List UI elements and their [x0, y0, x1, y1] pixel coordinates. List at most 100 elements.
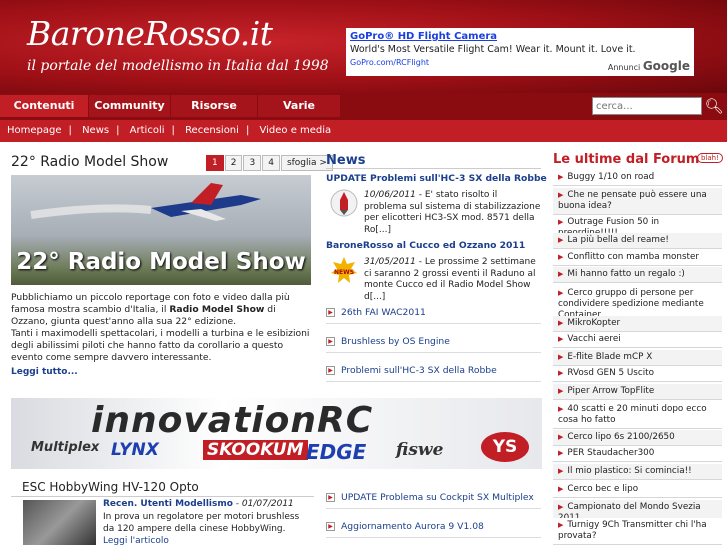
search-button[interactable]: 🔍︎: [704, 96, 724, 116]
forum-item-label: Mi hanno fatto un regalo :): [567, 269, 685, 279]
banner-brand: YS: [481, 432, 529, 462]
featured-image-caption: 22° Radio Model Show: [16, 249, 306, 275]
forum-item[interactable]: ▶ Che ne pensate può essere una buona ide…: [553, 188, 722, 215]
subnav-articoli[interactable]: Articoli: [130, 125, 165, 136]
esc-category[interactable]: Recen. Utenti Modellismo: [103, 499, 233, 509]
forum-item-label: Piper Arrow TopFlite: [567, 386, 655, 396]
ad-attribution[interactable]: Annunci Google: [608, 59, 690, 73]
forum-item-label: 40 scatti e 20 minuti dopo ecco cosa ho …: [558, 404, 707, 425]
forum-item[interactable]: ▶ Piper Arrow TopFlite: [553, 384, 722, 400]
arrow-icon: ▶: [558, 503, 564, 511]
forum-item[interactable]: ▶ Cerco lipo 6s 2100/2650: [553, 430, 722, 446]
esc-meta: Recen. Utenti Modellismo - 01/07/2011: [103, 499, 294, 509]
forum-item-label: Cerco lipo 6s 2100/2650: [567, 432, 675, 442]
forum-item[interactable]: ▶ 40 scatti e 20 minuti dopo ecco cosa ho…: [553, 402, 722, 429]
banner-brand: Multiplex: [31, 440, 100, 455]
forum-item[interactable]: ▶ Vacchi aerei: [553, 332, 722, 348]
arrow-icon: ▶: [558, 521, 564, 529]
subnav-homepage[interactable]: Homepage: [7, 125, 62, 136]
featured-title[interactable]: 22° Radio Model Show: [11, 154, 168, 170]
forum-item[interactable]: ▶ Turnigy 9Ch Transmitter chi l'ha provat…: [553, 518, 722, 545]
forum-item-label: MikroKopter: [567, 318, 621, 328]
arrow-icon: ▶: [326, 522, 335, 531]
subnav-video[interactable]: Video e media: [260, 125, 332, 136]
news-badge-text: NEWS: [334, 269, 354, 276]
tab-contenuti[interactable]: Contenuti: [0, 95, 88, 117]
arrow-icon: ▶: [326, 337, 335, 346]
pager-4[interactable]: 4: [262, 155, 280, 171]
news-item-label: Brushless by OS Engine: [341, 336, 450, 347]
site-logo[interactable]: BaroneRosso.it: [27, 14, 273, 53]
esc-review-title[interactable]: ESC HobbyWing HV-120 Opto: [11, 477, 314, 497]
forum-item-label: Che ne pensate può essere una buona idea…: [558, 190, 707, 211]
forum-item-label: E-flite Blade mCP X: [567, 352, 653, 362]
arrow-icon: ▶: [558, 405, 564, 413]
subnav-recensioni[interactable]: Recensioni: [185, 125, 239, 136]
forum-item[interactable]: ▶ Il mio plastico: Si comincia!!: [553, 464, 722, 480]
forum-item-label: Buggy 1/10 on road: [567, 172, 655, 182]
news-item-label: Problemi sull'HC-3 SX della Robbe: [341, 365, 497, 376]
arrow-icon: ▶: [558, 191, 564, 199]
forum-item[interactable]: ▶ RVosd GEN 5 Uscito: [553, 366, 722, 382]
tab-risorse[interactable]: Risorse: [171, 95, 257, 117]
arrow-icon: ▶: [558, 335, 564, 343]
innovation-rc-banner[interactable]: innovationRC Multiplex LYNX SKOOKUM EDGE…: [11, 398, 542, 469]
google-ad[interactable]: GoPro® HD Flight Camera World's Most Ver…: [346, 28, 694, 76]
featured-pager: 1 2 3 4 sfoglia >: [205, 155, 333, 171]
arrow-icon: ▶: [558, 173, 564, 181]
arrow-icon: ▶: [558, 218, 564, 226]
news-heading: News: [326, 153, 541, 169]
arrow-icon: ▶: [558, 270, 564, 278]
forum-item[interactable]: ▶ PER Staudacher300: [553, 446, 722, 462]
forum-item-label: Turnigy 9Ch Transmitter chi l'ha provata…: [558, 520, 707, 541]
ad-brand: Google: [642, 59, 690, 73]
arrow-icon: ▶: [326, 493, 335, 502]
arrow-icon: ▶: [558, 236, 564, 244]
sub-nav: Homepage | News | Articoli | Recensioni | Vi…: [0, 120, 727, 142]
tab-varie[interactable]: Varie: [258, 95, 340, 117]
arrow-icon: ▶: [558, 369, 564, 377]
news-date: 10/06/2011: [364, 190, 416, 200]
news-item-label: UPDATE Problema su Cockpit SX Multiplex: [341, 492, 534, 503]
featured-image[interactable]: 22° Radio Model Show: [11, 175, 311, 285]
banner-brand: LYNX: [111, 440, 159, 460]
news-badge-icon: NEWS: [330, 256, 358, 286]
news-list-item[interactable]: ▶ Problemi sull'HC-3 SX della Robbe: [326, 360, 541, 382]
arrow-icon: ▶: [558, 253, 564, 261]
pager-3[interactable]: 3: [243, 155, 262, 171]
news-list-item[interactable]: ▶ Brushless by OS Engine: [326, 331, 541, 353]
esc-summary: In prova un regolatore per motori brushl…: [103, 512, 300, 534]
forum-item[interactable]: ▶ E-flite Blade mCP X: [553, 350, 722, 366]
forum-item[interactable]: ▶ La più bella del reame!: [553, 233, 722, 249]
banner-brand: SKOOKUM: [203, 440, 308, 460]
esc-image[interactable]: [23, 500, 96, 545]
news-list-item[interactable]: ▶ 26th FAI WAC2011: [326, 302, 541, 324]
forum-item[interactable]: ▶ MikroKopter: [553, 316, 722, 332]
news-list-item[interactable]: ▶ UPDATE Problema su Cockpit SX Multiplex: [326, 487, 541, 509]
news-headline[interactable]: UPDATE Problemi sull'HC-3 SX della Robbe: [326, 173, 547, 184]
arrow-icon: ▶: [558, 289, 564, 297]
banner-title: innovationRC: [91, 400, 374, 441]
forum-item[interactable]: ▶ Buggy 1/10 on road: [553, 170, 722, 186]
featured-desc-bold: Radio Model Show: [169, 304, 265, 315]
forum-item-label: Il mio plastico: Si comincia!!: [567, 466, 692, 476]
rocket-icon: [330, 188, 358, 218]
forum-item[interactable]: ▶ Mi hanno fatto un regalo :): [553, 267, 722, 283]
search-input[interactable]: [592, 97, 702, 115]
pager-2[interactable]: 2: [224, 155, 243, 171]
forum-badge: blah!: [697, 153, 723, 163]
featured-description: Pubblichiamo un piccolo reportage con fo…: [11, 292, 314, 364]
news-headline[interactable]: BaroneRosso al Cucco ed Ozzano 2011: [326, 240, 525, 251]
tab-community[interactable]: Community: [89, 95, 170, 117]
arrow-icon: ▶: [558, 485, 564, 493]
featured-read-more[interactable]: Leggi tutto...: [11, 367, 78, 377]
pager-1[interactable]: 1: [206, 155, 224, 171]
arrow-icon: ▶: [558, 433, 564, 441]
forum-item[interactable]: ▶ Conflitto con mamba monster: [553, 250, 722, 266]
news-list-item[interactable]: ▶ Aggiornamento Aurora 9 V1.08: [326, 516, 541, 538]
forum-item[interactable]: ▶ Cerco bec e lipo: [553, 482, 722, 498]
ad-title[interactable]: GoPro® HD Flight Camera: [350, 31, 690, 42]
news-item-label: 26th FAI WAC2011: [341, 307, 426, 318]
banner-brand: EDGE: [306, 440, 367, 464]
subnav-news[interactable]: News: [82, 125, 109, 136]
